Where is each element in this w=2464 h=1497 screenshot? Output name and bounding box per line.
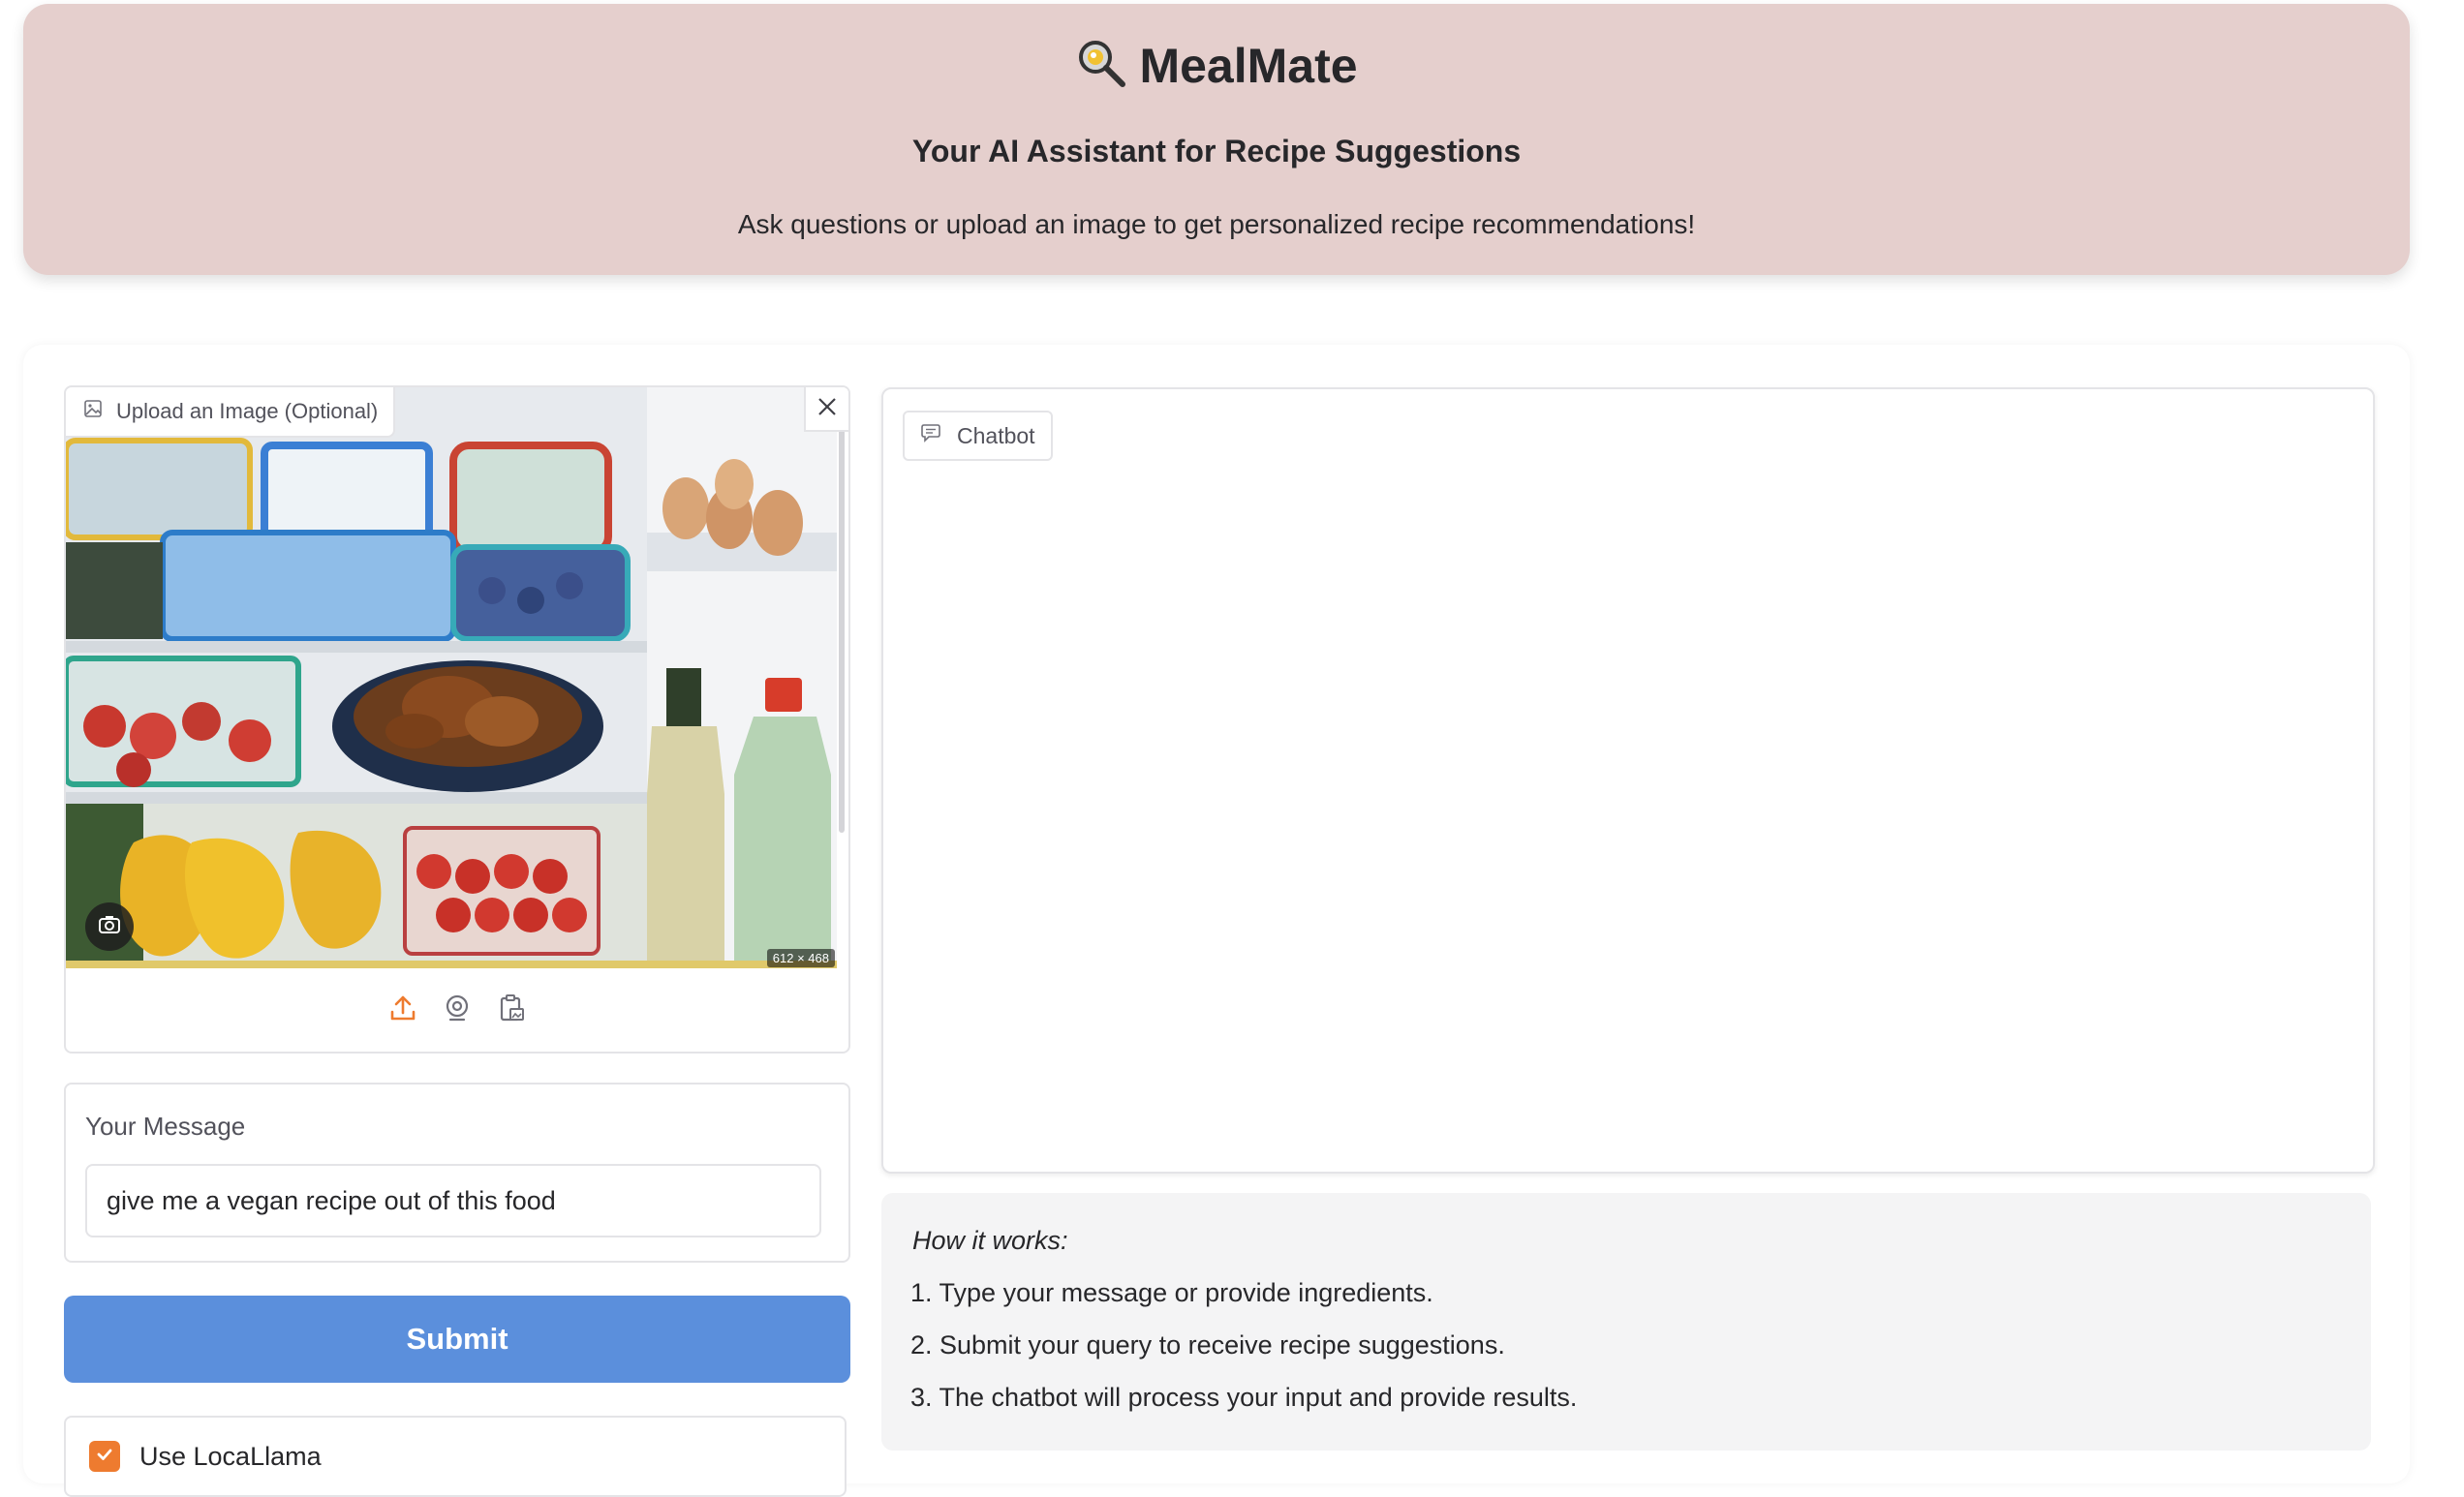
how-it-works-title: How it works: (912, 1226, 1068, 1255)
use-localllama-option[interactable]: Use LocaLlama (64, 1416, 847, 1497)
image-upload[interactable]: Upload an Image (Optional) 612 × 468 (64, 385, 850, 1054)
close-icon (816, 396, 838, 422)
use-localllama-checkbox[interactable] (89, 1441, 120, 1472)
app-header: MealMate Your AI Assistant for Recipe Su… (23, 4, 2410, 275)
use-localllama-label: Use LocaLlama (139, 1441, 322, 1471)
title-row: MealMate (23, 37, 2410, 94)
checkmark-icon (94, 1444, 115, 1470)
magnifier-icon (1075, 37, 1127, 94)
app-description: Ask questions or upload an image to get … (737, 209, 1696, 239)
how-it-works-step: 1. Type your message or provide ingredie… (910, 1278, 1433, 1307)
image-icon (83, 399, 103, 424)
message-label: Your Message (85, 1112, 246, 1141)
message-panel: Your Message (64, 1083, 850, 1263)
app-subtitle: Your AI Assistant for Recipe Suggestions (911, 134, 1522, 168)
upload-source-button[interactable] (386, 993, 419, 1026)
how-it-works-step: 3. The chatbot will process your input a… (910, 1383, 1578, 1412)
clipboard-source-button[interactable] (495, 993, 528, 1026)
how-it-works-panel: How it works: 1. Type your message or pr… (881, 1193, 2371, 1451)
image-size-tag: 612 × 468 (766, 949, 835, 967)
message-input[interactable] (85, 1164, 821, 1237)
chatbot-label: Chatbot (903, 411, 1053, 461)
capture-button[interactable] (85, 902, 134, 951)
app-title: MealMate (1139, 38, 1358, 93)
chat-bubble-icon (920, 423, 941, 449)
image-source-toolbar (66, 986, 848, 1034)
image-scrollbar[interactable] (839, 407, 845, 833)
clipboard-icon (497, 993, 526, 1027)
upload-icon (388, 993, 417, 1027)
webcam-icon (443, 993, 472, 1027)
chatbot-panel: Chatbot (881, 387, 2375, 1174)
chatbot-label-text: Chatbot (957, 422, 1035, 448)
submit-button[interactable]: Submit (64, 1296, 850, 1383)
webcam-source-button[interactable] (441, 993, 474, 1026)
clear-image-button[interactable] (804, 387, 848, 432)
image-upload-label: Upload an Image (Optional) (66, 387, 396, 438)
camera-swap-icon (97, 912, 122, 942)
uploaded-fridge-image (66, 387, 837, 968)
image-upload-label-text: Upload an Image (Optional) (116, 399, 379, 423)
how-it-works-step: 2. Submit your query to receive recipe s… (910, 1330, 1505, 1360)
